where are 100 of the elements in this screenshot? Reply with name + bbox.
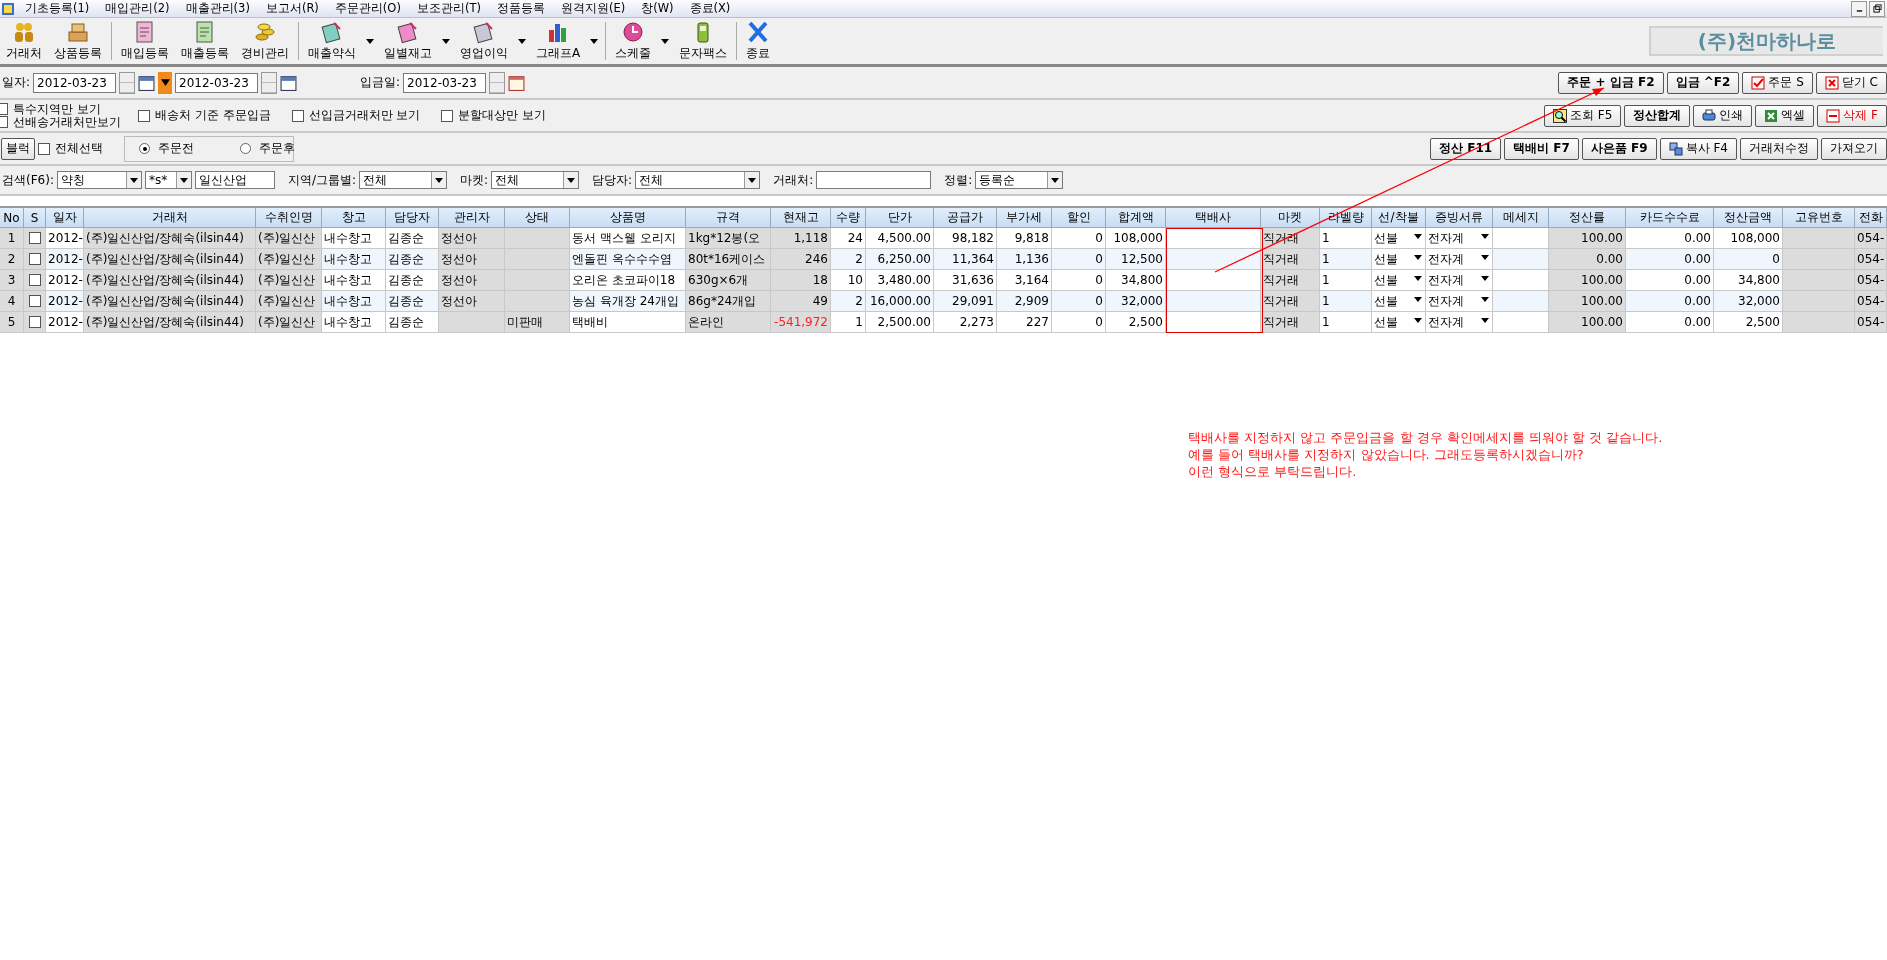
toolbar-button[interactable]: 복사 F4	[1659, 137, 1737, 160]
table-cell: 32,000	[1714, 291, 1783, 312]
menu-item[interactable]: 원격지원(E)	[554, 1, 636, 16]
table-dropdown[interactable]: 선불	[1372, 228, 1426, 249]
toolbar-button[interactable]: 닫기 C	[1815, 71, 1887, 94]
filter-checkbox[interactable]: 분할대상만 보기	[441, 107, 547, 124]
calendar-icon[interactable]	[508, 73, 526, 92]
table-dropdown[interactable]: 전자계	[1426, 270, 1493, 291]
toolbar-button[interactable]: 인쇄	[1693, 104, 1753, 127]
select-all-checkbox[interactable]: 전체선택	[38, 140, 103, 157]
toolbar-button[interactable]: 상품등록	[48, 20, 108, 62]
date-field[interactable]: 2012-03-23	[403, 72, 487, 93]
table-cell: 2012-	[46, 312, 84, 333]
table-dropdown[interactable]: 선불	[1372, 249, 1426, 270]
row-number: 2	[0, 249, 24, 270]
menu-item[interactable]: 종료(X)	[683, 1, 741, 16]
coins-icon	[253, 20, 277, 44]
search-field[interactable]: 일신산업	[194, 171, 275, 189]
toolbar-button[interactable]: 매입등록	[115, 20, 175, 62]
restore-button[interactable]	[1869, 0, 1885, 17]
menu-item[interactable]: 매입관리(2)	[99, 1, 180, 16]
calendar-icon[interactable]	[280, 73, 298, 92]
column-header[interactable]: 택배사	[1166, 208, 1261, 228]
table-dropdown[interactable]: 선불	[1372, 270, 1426, 291]
toolbar-button[interactable]: 거래처수정	[1740, 137, 1818, 160]
menu-item[interactable]: 주문관리(O)	[328, 1, 411, 16]
sort-combo[interactable]: 등록순	[975, 171, 1064, 189]
menu-item[interactable]: 기초등록(1)	[19, 1, 100, 16]
table-dropdown[interactable]: 전자계	[1426, 228, 1493, 249]
row-checkbox[interactable]	[28, 316, 41, 328]
radio-button[interactable]: 주문후	[240, 140, 295, 157]
restore-icon	[1872, 4, 1882, 13]
region-combo[interactable]: 전체	[359, 171, 448, 189]
toolbar-button[interactable]: 그래프A	[530, 20, 587, 62]
calendar-icon[interactable]	[138, 73, 156, 92]
toolbar-button[interactable]: 조회 F5	[1543, 104, 1622, 127]
caret-icon[interactable]	[442, 38, 450, 44]
toolbar-button[interactable]: 매출약식	[302, 20, 362, 62]
toolbar-button[interactable]: 택배비 F7	[1504, 137, 1579, 160]
toolbar-button[interactable]: 주문 S	[1742, 71, 1813, 94]
minimize-button[interactable]	[1851, 0, 1867, 17]
table-dropdown[interactable]: 전자계	[1426, 312, 1493, 333]
manager-combo[interactable]: 전체	[635, 171, 761, 189]
filter-checkbox[interactable]: 특수지역만 보기	[0, 102, 121, 116]
table-dropdown[interactable]: 선불	[1372, 312, 1426, 333]
search-field-combo[interactable]: 약칭	[56, 171, 142, 189]
toolbar-button[interactable]: 엑셀	[1755, 104, 1815, 127]
caret-icon[interactable]	[661, 38, 670, 44]
filter-checkbox[interactable]: 선입금거래처만 보기	[291, 107, 421, 124]
table-cell: 0.00	[1626, 228, 1714, 249]
toolbar-button[interactable]: 주문 + 입금 F2	[1558, 71, 1664, 94]
toolbar-button[interactable]: 영업이익	[454, 20, 514, 62]
match-mode-combo[interactable]: *s*	[144, 171, 192, 189]
toolbar-button[interactable]: 스케줄	[609, 20, 658, 62]
market-combo[interactable]: 전체	[491, 171, 580, 189]
deposit-date-label: 입금일:	[360, 74, 401, 91]
toolbar-button[interactable]: 삭제 F	[1817, 104, 1887, 127]
table-cell: 0	[1052, 228, 1106, 249]
table-dropdown[interactable]: 전자계	[1426, 249, 1493, 270]
copy-icon	[1668, 141, 1683, 156]
menu-item[interactable]: 매출관리(3)	[179, 1, 260, 16]
client-field[interactable]	[816, 171, 932, 189]
check-icon	[1751, 75, 1766, 90]
filter-checkbox[interactable]: 배송처 기준 주문입금	[138, 107, 271, 124]
row-checkbox[interactable]	[28, 232, 41, 244]
row-checkbox[interactable]	[28, 253, 41, 265]
toolbar-button[interactable]: 문자팩스	[673, 20, 734, 62]
table-cell: 엔돌핀 옥수수수염	[570, 249, 686, 270]
caret-icon[interactable]	[518, 38, 526, 44]
toolbar-button[interactable]: 거래처	[0, 20, 48, 62]
radio-button[interactable]: 주문전	[139, 140, 194, 157]
toolbar-button[interactable]: 경비관리	[235, 20, 295, 62]
toolbar-button[interactable]: 가져오기	[1821, 137, 1887, 160]
table-cell	[439, 312, 505, 333]
dropdown-button[interactable]	[158, 71, 173, 94]
menu-item[interactable]: 보조관리(T)	[410, 1, 491, 16]
caret-icon[interactable]	[366, 38, 374, 44]
spreadsheet-icon	[1764, 108, 1779, 123]
menu-item[interactable]: 보고서(R)	[259, 1, 329, 16]
date-field[interactable]: 2012-03-23	[175, 72, 259, 93]
row-checkbox[interactable]	[28, 295, 41, 307]
table-dropdown[interactable]: 전자계	[1426, 291, 1493, 312]
row-checkbox[interactable]	[28, 274, 41, 286]
block-button[interactable]: 블럭	[1, 137, 35, 160]
toolbar-button[interactable]: 입금 ^F2	[1666, 71, 1740, 94]
table-cell: 직거래	[1261, 270, 1320, 291]
toolbar-button[interactable]: 사은품 F9	[1581, 137, 1657, 160]
toolbar-button[interactable]: 정산합계	[1624, 104, 1691, 127]
date-field[interactable]: 2012-03-23	[33, 72, 117, 93]
menu-item[interactable]: 창(W)	[635, 1, 684, 16]
menu-item[interactable]: 정품등록	[490, 1, 555, 16]
toolbar-button[interactable]: 매출등록	[175, 20, 235, 62]
table-dropdown[interactable]: 선불	[1372, 291, 1426, 312]
table-cell: 10	[831, 270, 866, 291]
caret-icon[interactable]	[590, 38, 599, 44]
filter-checkbox[interactable]: 선배송거래처만보기	[0, 115, 121, 129]
toolbar-button[interactable]: 일별재고	[378, 20, 438, 62]
row-number: 1	[0, 228, 24, 249]
search-icon	[1552, 108, 1567, 123]
toolbar-button[interactable]: 종료	[740, 20, 777, 62]
